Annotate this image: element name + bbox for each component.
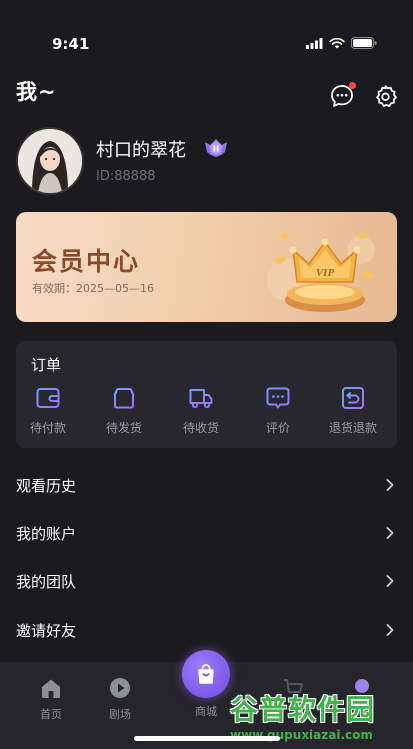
username: 村口的翠花 (96, 140, 186, 161)
order-label-pending-receipt: 待收货 (182, 421, 219, 435)
orders-title: 订单 (31, 356, 62, 374)
crown-vip-text: VIP (316, 267, 335, 279)
menu-item-my-team[interactable]: 我的团队 (0, 559, 413, 603)
menu-item-watch-history[interactable]: 观看历史 (0, 463, 413, 507)
chevron-right-icon (386, 479, 394, 491)
message-button[interactable] (328, 82, 356, 110)
return-icon (342, 387, 364, 409)
watermark-title: 谷普软件园 (230, 693, 376, 726)
chevron-right-icon (386, 575, 394, 587)
orders-panel: 订单 待付款 待发货 待收货 评价 退货退款 (16, 341, 397, 448)
menu-label-invite-friends: 邀请好友 (16, 621, 77, 640)
home-indicator (134, 736, 280, 741)
tab-mall[interactable] (182, 650, 230, 698)
chevron-right-icon (386, 527, 394, 539)
signal-icon (306, 37, 323, 49)
chevron-right-icon (386, 624, 394, 636)
avatar-image (18, 129, 82, 193)
order-pending-payment[interactable]: 待付款 (18, 385, 78, 436)
user-id: ID:88888 (96, 169, 156, 184)
tab-theater[interactable]: 剧场 (90, 676, 150, 722)
settings-button[interactable] (371, 82, 399, 110)
order-label-review: 评价 (265, 421, 290, 435)
wifi-icon (329, 37, 345, 48)
menu-label-watch-history: 观看历史 (16, 476, 77, 495)
order-pending-shipment[interactable]: 待发货 (94, 385, 154, 436)
menu-item-my-account[interactable]: 我的账户 (0, 511, 413, 555)
tab-home[interactable]: 首页 (21, 676, 81, 722)
menu-label-my-team: 我的团队 (16, 572, 77, 591)
vip-center-title: 会员中心 (32, 247, 141, 276)
gear-icon (375, 84, 397, 107)
order-refund[interactable]: 退货退款 (323, 385, 383, 436)
avatar[interactable] (16, 127, 84, 195)
order-label-refund: 退货退款 (328, 421, 377, 435)
vip-level-badge-icon (205, 139, 227, 157)
vip-center-card[interactable]: 会员中心 有效期：2025—05—16 VIP (16, 212, 397, 322)
order-pending-receipt[interactable]: 待收货 (171, 385, 231, 436)
truck-icon (189, 389, 213, 409)
page-title: 我~ (16, 80, 57, 104)
box-icon (114, 388, 134, 409)
shopping-bag-icon (198, 664, 214, 684)
status-time: 9:41 (52, 35, 90, 53)
order-review[interactable]: 评价 (248, 385, 308, 436)
battery-icon (351, 37, 377, 49)
wallet-icon (36, 388, 60, 408)
vip-crown-icon: VIP (267, 232, 375, 312)
play-icon (110, 678, 130, 698)
order-label-pending-payment: 待付款 (29, 421, 66, 435)
vip-expiry-date: 有效期：2025—05—16 (32, 282, 154, 295)
menu-label-my-account: 我的账户 (16, 524, 77, 543)
tab-label-mall: 商城 (195, 705, 217, 718)
order-label-pending-shipment: 待发货 (105, 421, 142, 435)
menu-item-invite-friends[interactable]: 邀请好友 (0, 608, 413, 652)
tab-label-theater: 剧场 (109, 708, 131, 721)
status-bar: 9:41 (0, 0, 413, 56)
home-icon (42, 679, 60, 698)
tab-label-home: 首页 (40, 708, 62, 721)
comment-icon (266, 387, 290, 409)
status-icons (306, 37, 377, 49)
notification-dot (349, 82, 356, 89)
